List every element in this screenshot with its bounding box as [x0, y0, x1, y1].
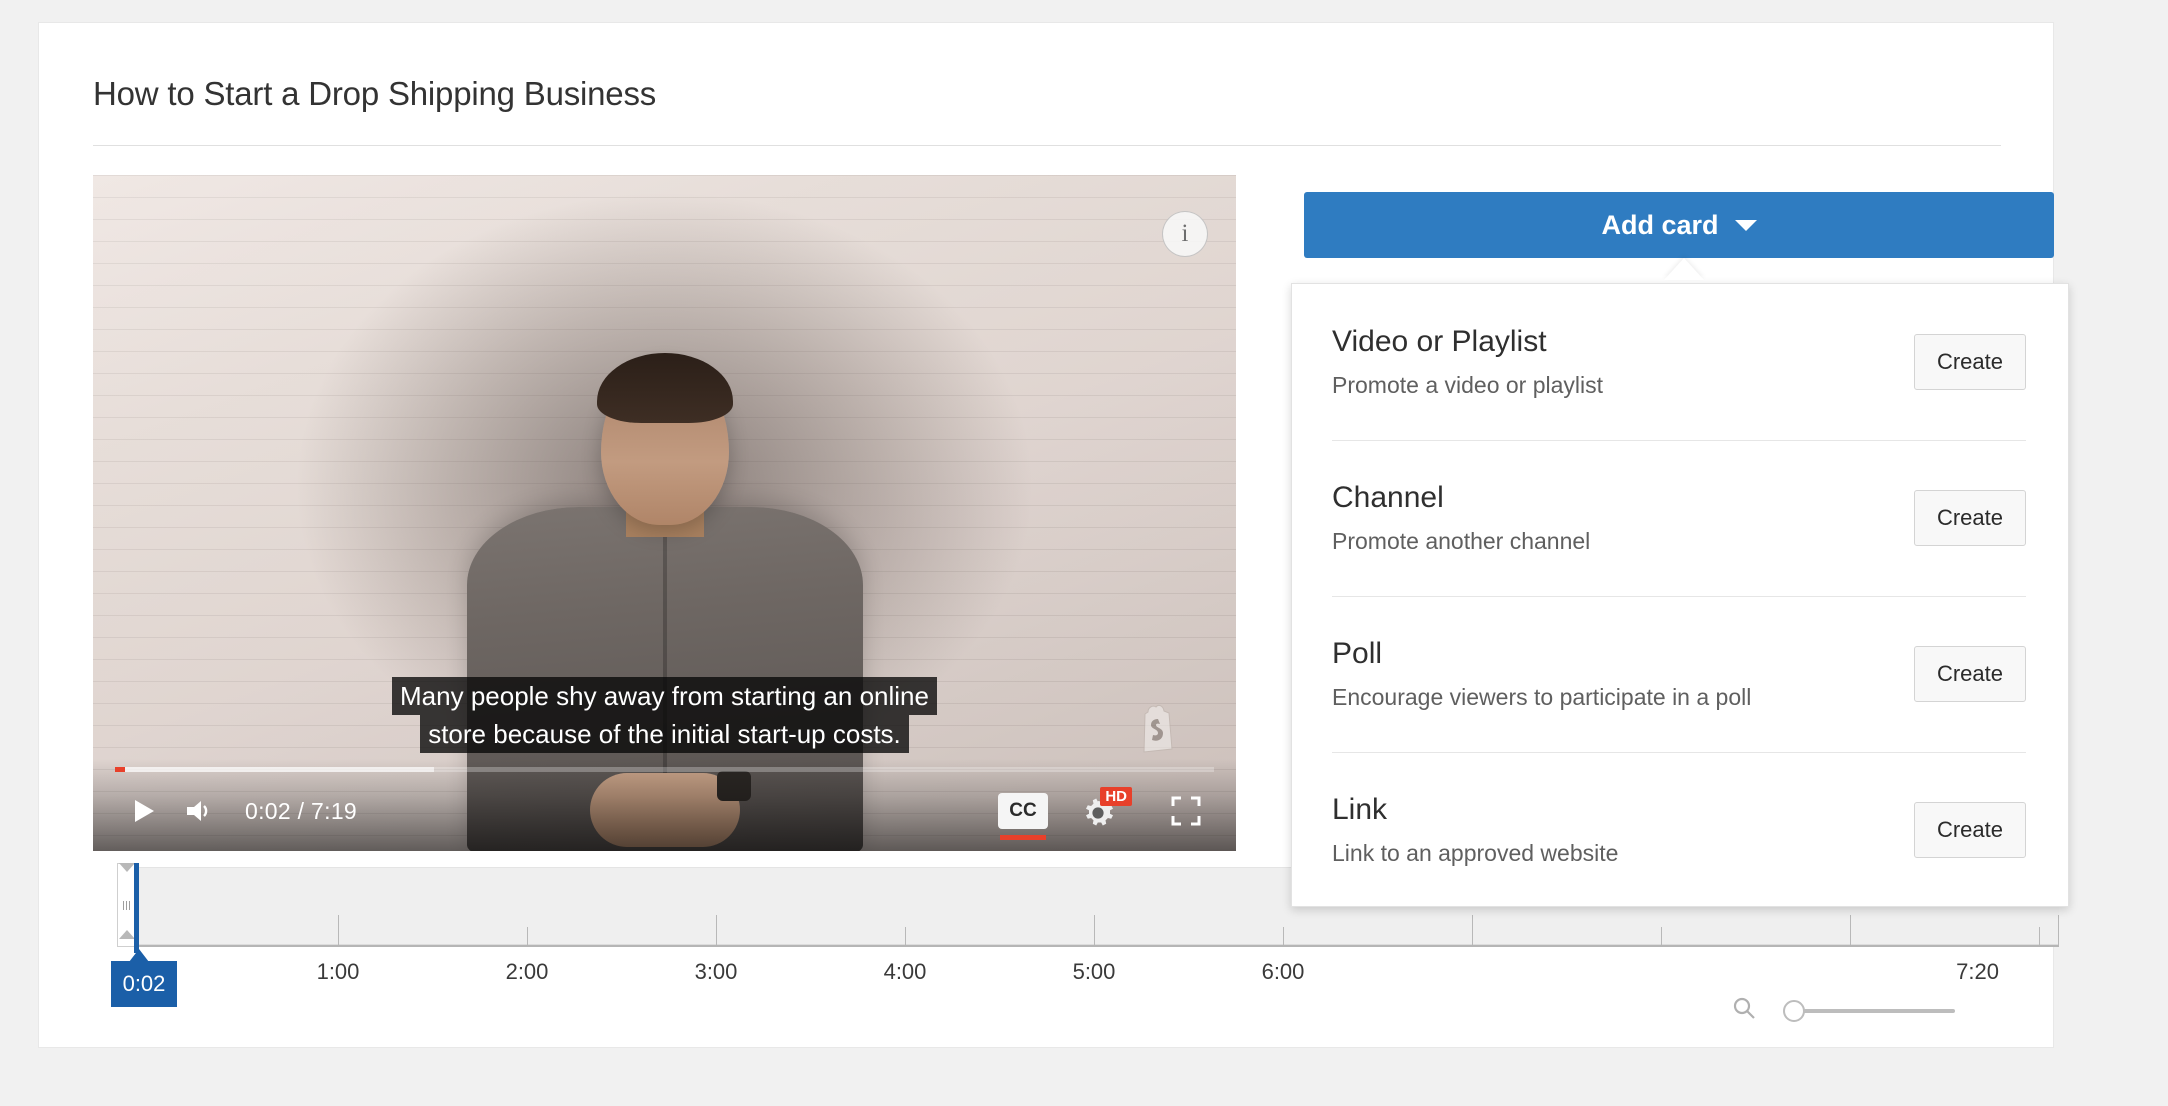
add-card-button[interactable]: Add card — [1304, 192, 2054, 258]
fullscreen-icon[interactable] — [1158, 785, 1214, 837]
dropdown-item-title: Channel — [1332, 481, 1444, 514]
title-divider — [93, 145, 2001, 146]
dropdown-item-text: Link Link to an approved website — [1332, 793, 1618, 867]
captions-active-underline — [1000, 835, 1046, 840]
chevron-down-icon — [1734, 219, 1757, 231]
dropdown-item-poll[interactable]: Poll Encourage viewers to participate in… — [1292, 596, 2068, 752]
timeline-end-time: 7:20 — [1956, 959, 1999, 984]
hd-quality-badge: HD — [1100, 787, 1132, 806]
captions-label: CC — [1009, 800, 1037, 821]
timeline-tick — [1850, 915, 1851, 945]
dropdown-item-title: Poll — [1332, 637, 1383, 670]
info-icon[interactable]: i — [1162, 211, 1208, 257]
timeline-ruler[interactable]: 1:00 2:00 3:00 4:00 5:00 6:00 — [134, 915, 2059, 984]
dropdown-item-subtitle: Promote a video or playlist — [1332, 372, 1604, 398]
timeline-label-1: 1:00 — [316, 959, 360, 984]
timeline-label-6: 6:00 — [1261, 959, 1305, 984]
play-icon[interactable] — [115, 785, 171, 837]
timeline-label-5: 5:00 — [1072, 959, 1116, 984]
timeline-tick — [2039, 927, 2040, 945]
dropdown-pointer-arrow — [1664, 258, 1704, 280]
create-button-channel[interactable]: Create — [1914, 490, 2026, 546]
dropdown-item-subtitle: Link to an approved website — [1332, 840, 1619, 866]
playhead-time-badge: 0:02 — [111, 961, 177, 1007]
grip-icon — [123, 900, 131, 910]
timeline-label-3: 3:00 — [694, 959, 738, 984]
timeline-tick — [905, 927, 906, 945]
dropdown-item-text: Video or Playlist Promote a video or pla… — [1332, 325, 1603, 399]
timeline-tick — [338, 915, 339, 945]
timeline-label-2: 2:00 — [505, 959, 549, 984]
page-title: How to Start a Drop Shipping Business — [93, 75, 657, 112]
timeline-label-4: 4:00 — [883, 959, 927, 984]
player-controls-left: 0:02 / 7:19 — [115, 785, 357, 837]
playhead-handle-arrow-bottom — [119, 930, 135, 939]
zoom-slider-knob[interactable] — [1783, 999, 1805, 1022]
dropdown-item-subtitle: Encourage viewers to participate in a po… — [1332, 684, 1752, 710]
timeline-tick — [716, 915, 717, 945]
video-editor-card: How to Start a Drop Shipping Business i … — [38, 22, 2069, 1048]
dropdown-item-title: Link — [1332, 793, 1388, 826]
dropdown-item-title: Video or Playlist — [1332, 325, 1547, 358]
zoom-slider[interactable] — [1783, 999, 1955, 1022]
dropdown-item-link[interactable]: Link Link to an approved website Create — [1292, 752, 2068, 908]
player-controls: 0:02 / 7:19 CC HD — [93, 759, 1236, 851]
progress-bar[interactable] — [115, 767, 1214, 772]
dropdown-item-text: Channel Promote another channel — [1332, 481, 1590, 555]
timeline-tick — [1094, 915, 1095, 945]
player-controls-right: CC HD — [998, 785, 1214, 840]
dropdown-item-text: Poll Encourage viewers to participate in… — [1332, 637, 1751, 711]
timeline-tick-end — [2058, 915, 2059, 945]
timeline-tick — [527, 927, 528, 945]
dropdown-item-channel[interactable]: Channel Promote another channel Create — [1292, 440, 2068, 596]
timeline-tick — [1472, 915, 1473, 945]
dropdown-item-subtitle: Promote another channel — [1332, 528, 1591, 554]
timeline-tick — [1283, 927, 1284, 945]
volume-icon[interactable] — [171, 785, 227, 837]
search-icon[interactable] — [1731, 995, 1757, 1026]
create-button-poll[interactable]: Create — [1914, 646, 2026, 702]
time-display: 0:02 / 7:19 — [245, 797, 357, 824]
create-button-link[interactable]: Create — [1914, 802, 2026, 858]
playhead-line[interactable] — [134, 863, 139, 953]
closed-captions-icon[interactable]: CC — [998, 793, 1048, 840]
create-button-video-or-playlist[interactable]: Create — [1914, 334, 2026, 390]
timeline-tick — [1661, 927, 1662, 945]
progress-played — [115, 767, 125, 772]
gear-icon[interactable]: HD — [1076, 787, 1132, 833]
shopify-logo-watermark — [1136, 703, 1180, 755]
zoom-slider-rail — [1793, 1008, 1955, 1013]
video-player[interactable]: i Many people shy away from starting an … — [93, 175, 1236, 851]
timeline-zoom-control — [1731, 995, 1955, 1026]
add-card-label: Add card — [1601, 209, 1719, 240]
dropdown-item-video-or-playlist[interactable]: Video or Playlist Promote a video or pla… — [1292, 284, 2068, 440]
playhead-handle-arrow-top — [119, 863, 135, 872]
add-card-dropdown-menu: Video or Playlist Promote a video or pla… — [1291, 283, 2069, 907]
progress-buffered — [115, 767, 434, 772]
